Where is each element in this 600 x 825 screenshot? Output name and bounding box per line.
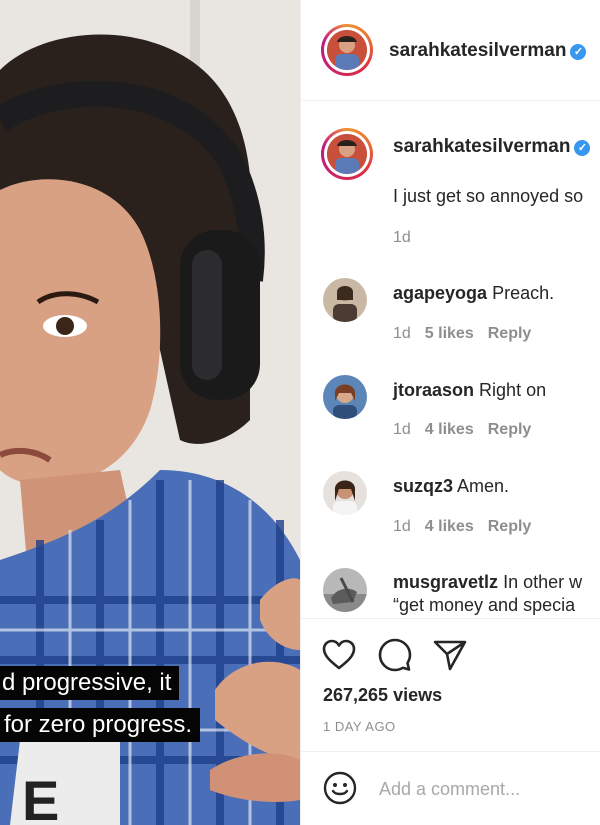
comment-text: suzqz3 Amen. [393, 476, 510, 496]
add-comment-bar: Add a comment... [301, 751, 600, 825]
verified-badge-icon: ✓ [570, 44, 587, 60]
comment-avatar-agapeyoga[interactable] [323, 278, 367, 322]
caption-username[interactable]: sarahkatesilverman ✓ [393, 136, 591, 158]
caption-text: I just get so annoyed so [393, 186, 584, 206]
caption-time: 1d [393, 229, 411, 246]
reply-button[interactable]: Reply [488, 518, 532, 535]
comment-text: agapeyoga Preach. [393, 283, 555, 303]
subtitle-line-1: d progressive, it [0, 666, 180, 700]
comment-meta: 1d 4 likes Reply [393, 518, 532, 535]
comment-avatar-suzqz3[interactable] [323, 471, 367, 515]
comment-meta: 1d 4 likes Reply [393, 421, 532, 438]
heart-icon[interactable] [322, 639, 356, 671]
views-count[interactable]: 267,265 views [323, 685, 442, 706]
likes-count[interactable]: 4 likes [425, 421, 474, 438]
subtitle-line-2: for zero progress. [0, 708, 201, 742]
smiley-icon[interactable] [323, 771, 357, 805]
post-sidebar: sarahkatesilverman ✓ sarahkatesilverman ✓ … [300, 0, 600, 825]
paper-plane-icon[interactable] [433, 639, 467, 671]
comments-list[interactable]: sarahkatesilverman ✓ I just get so annoye… [301, 101, 600, 618]
comment-username[interactable]: suzqz3 [393, 476, 453, 496]
post-date: 1 DAY AGO [323, 719, 396, 734]
svg-text:E: E [22, 769, 59, 825]
instagram-post-view: E d progressive, it for zero progress. s… [0, 0, 600, 825]
video-frame-image: E [0, 0, 300, 825]
comment-avatar-jtoraason[interactable] [323, 375, 367, 419]
post-actions: 267,265 views 1 DAY AGO [301, 618, 600, 752]
reply-button[interactable]: Reply [488, 421, 532, 438]
comment-avatar-musgravetlz[interactable] [323, 568, 367, 612]
comment-text-line2: “get money and specia [393, 595, 576, 615]
comment-username[interactable]: musgravetlz [393, 572, 498, 592]
post-header: sarahkatesilverman ✓ [301, 0, 600, 101]
likes-count[interactable]: 4 likes [425, 518, 474, 535]
caption-author-avatar[interactable] [321, 128, 373, 180]
add-comment-input[interactable]: Add a comment... [379, 779, 520, 800]
comment-bubble-icon[interactable] [378, 638, 412, 672]
verified-badge-icon: ✓ [574, 140, 591, 156]
comment-text: musgravetlz In other w [393, 572, 583, 592]
reply-button[interactable]: Reply [488, 325, 532, 342]
likes-count[interactable]: 5 likes [425, 325, 474, 342]
author-avatar[interactable] [321, 24, 373, 76]
comment-meta: 1d 5 likes Reply [393, 325, 532, 342]
header-username[interactable]: sarahkatesilverman ✓ [389, 40, 587, 62]
video-player[interactable]: E d progressive, it for zero progress. [0, 0, 300, 825]
comment-username[interactable]: jtoraason [393, 380, 474, 400]
comment-text: jtoraason Right on [393, 380, 547, 400]
comment-username[interactable]: agapeyoga [393, 283, 487, 303]
